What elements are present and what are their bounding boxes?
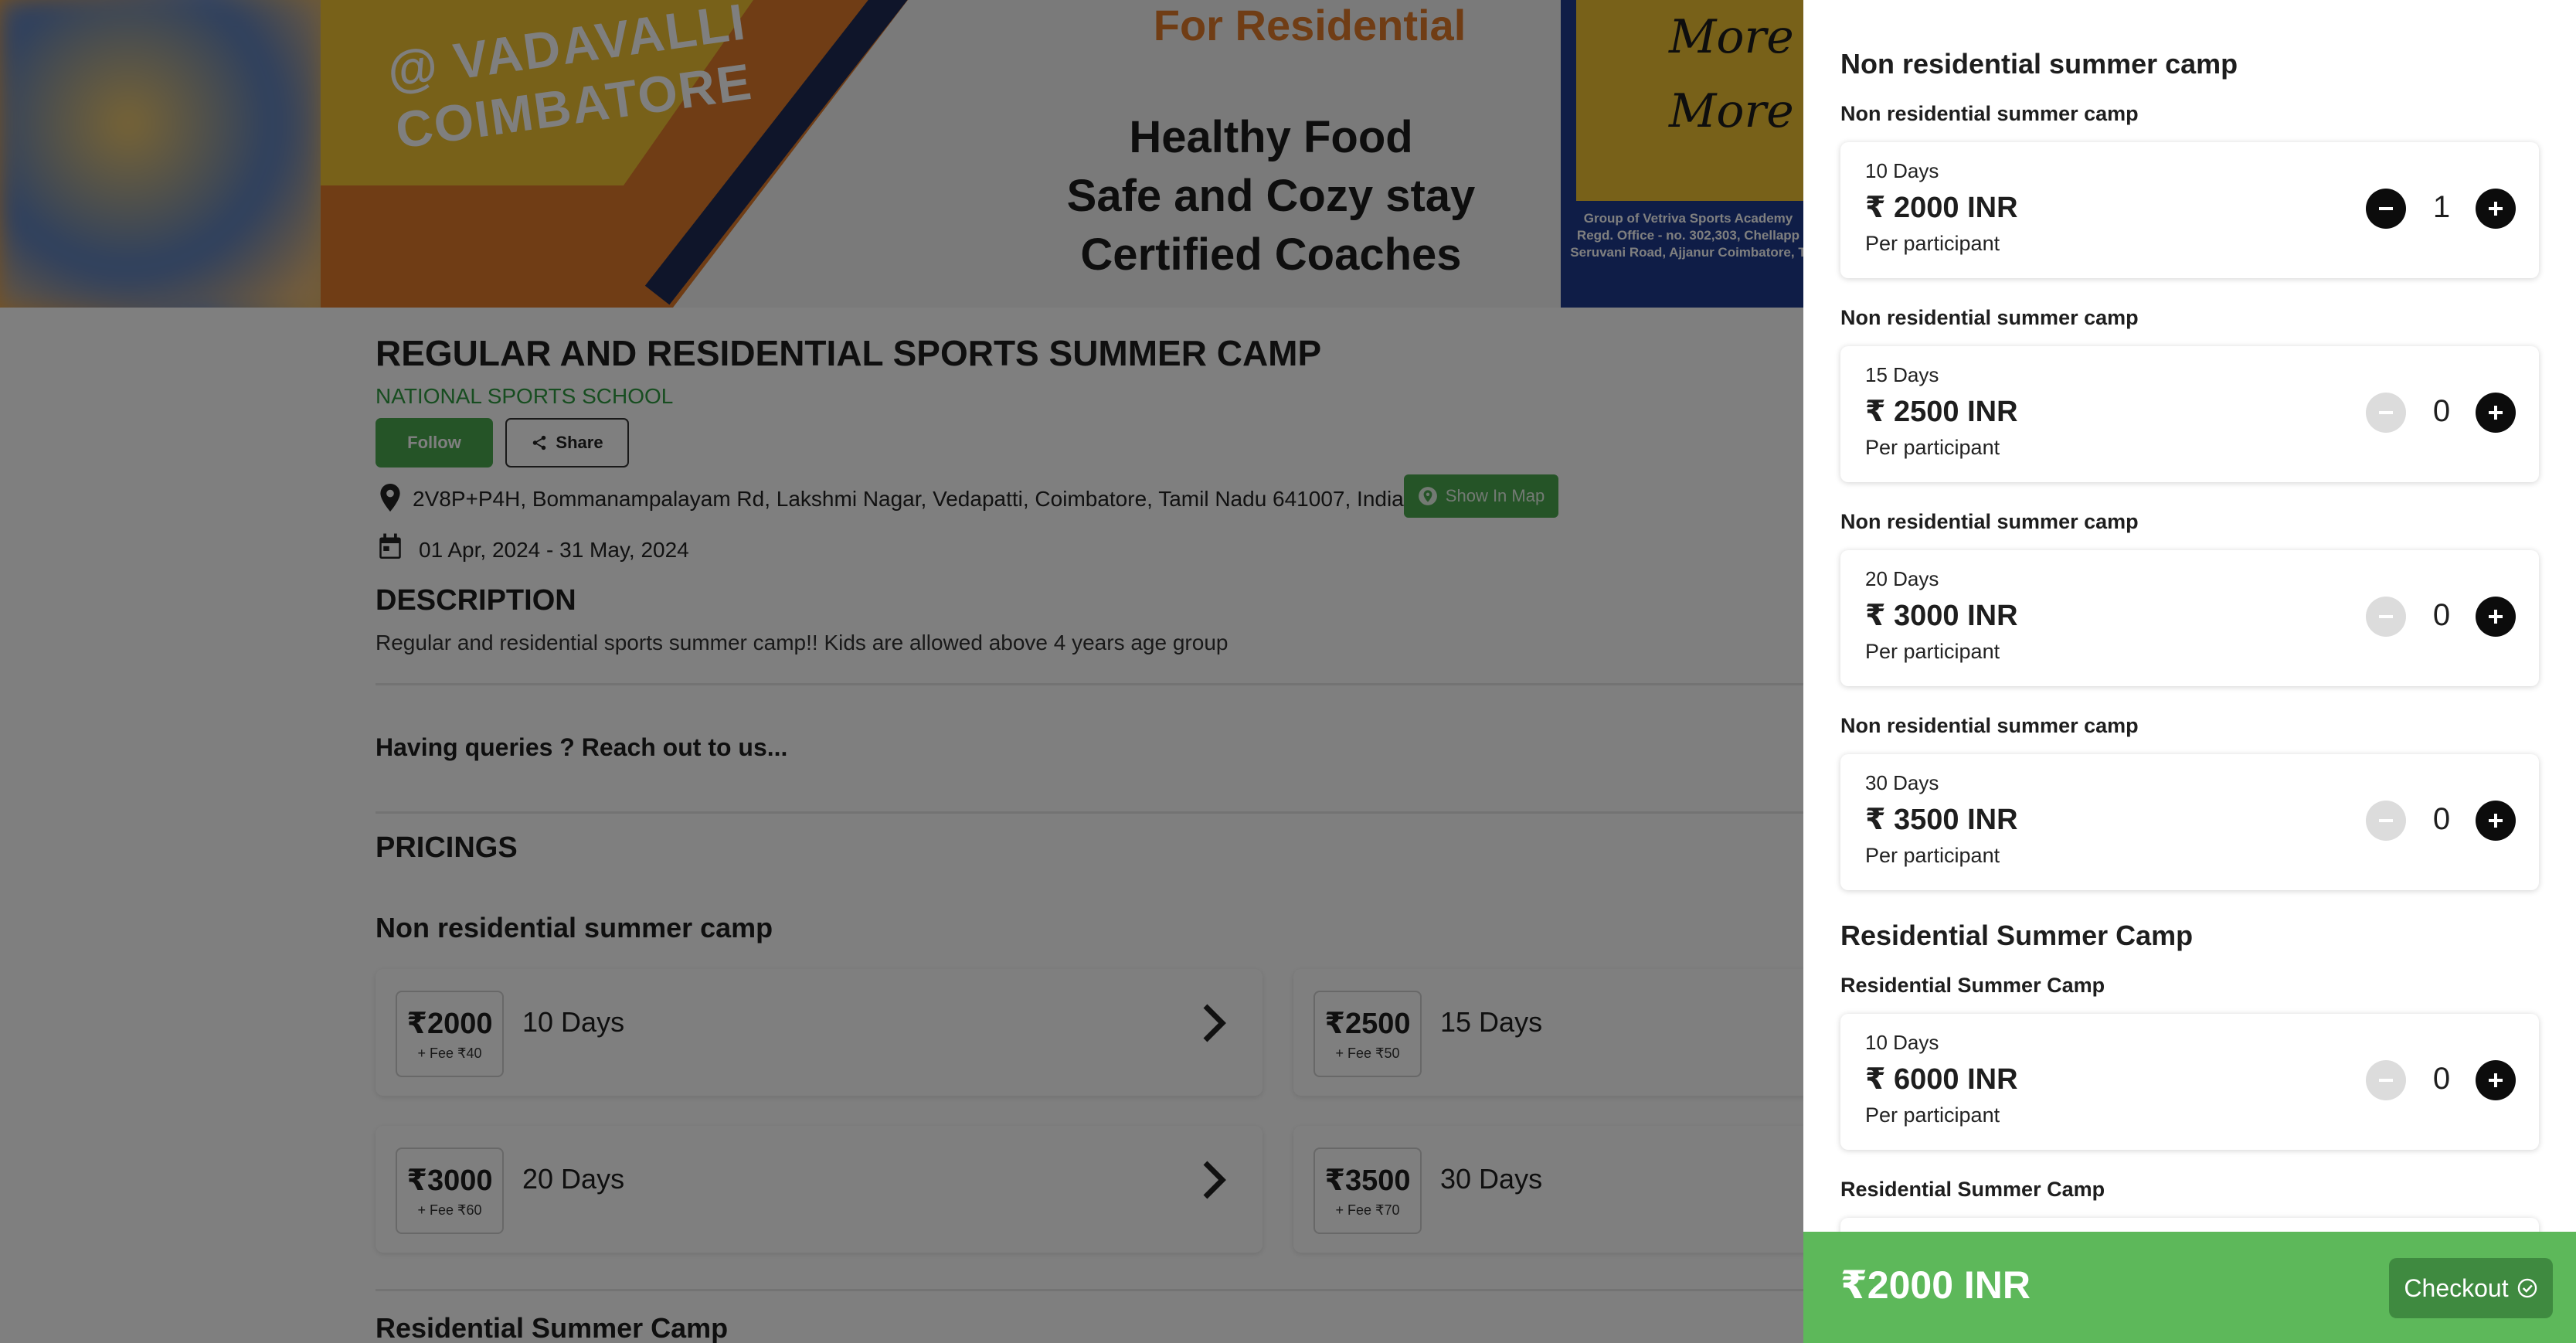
plus-icon: [2489, 406, 2503, 420]
ticket-card: 20 Days ₹ 3000 INR Per participant 0: [1840, 550, 2539, 686]
ticket-label: Non residential summer camp: [1840, 102, 2139, 125]
ticket-label: Residential Summer Camp: [1840, 974, 2105, 997]
increase-quantity-button[interactable]: [2476, 393, 2516, 433]
ticket-per: Per participant: [1865, 640, 2000, 663]
ticket-price: ₹ 6000 INR: [1865, 1063, 2018, 1096]
minus-icon: [2379, 615, 2393, 618]
plus-icon: [2489, 1073, 2503, 1087]
ticket-price: ₹ 2500 INR: [1865, 396, 2018, 428]
check-circle-icon: [2517, 1278, 2537, 1298]
ticket-label: Non residential summer camp: [1840, 306, 2139, 329]
increase-quantity-button[interactable]: [2476, 801, 2516, 841]
checkout-button[interactable]: Checkout: [2389, 1258, 2553, 1318]
decrease-quantity-button[interactable]: [2366, 1060, 2406, 1100]
quantity-value: 0: [2432, 802, 2451, 836]
modal-backdrop[interactable]: [0, 0, 1803, 1343]
quantity-value: 0: [2432, 1062, 2451, 1096]
increase-quantity-button[interactable]: [2476, 597, 2516, 637]
ticket-group-title: Residential Summer Camp: [1840, 920, 2194, 951]
ticket-label: Residential Summer Camp: [1840, 1178, 2105, 1201]
decrease-quantity-button[interactable]: [2366, 189, 2406, 229]
decrease-quantity-button[interactable]: [2366, 597, 2406, 637]
quantity-value: 0: [2432, 598, 2451, 632]
ticket-per: Per participant: [1865, 232, 2000, 255]
ticket-price: ₹ 3500 INR: [1865, 804, 2018, 836]
ticket-per: Per participant: [1865, 844, 2000, 867]
ticket-per: Per participant: [1865, 436, 2000, 459]
ticket-selection-panel: Non residential summer camp Non resident…: [1803, 0, 2576, 1343]
ticket-card: 15 Days ₹ 2500 INR Per participant 0: [1840, 346, 2539, 482]
minus-icon: [2379, 819, 2393, 822]
decrease-quantity-button[interactable]: [2366, 393, 2406, 433]
ticket-card: 30 Days ₹ 3500 INR Per participant 0: [1840, 754, 2539, 890]
ticket-group-title: Non residential summer camp: [1840, 48, 2238, 80]
quantity-value: 1: [2432, 190, 2451, 224]
order-total: ₹2000 INR: [1840, 1263, 2031, 1307]
checkout-bar: ₹2000 INR Checkout: [1803, 1232, 2576, 1343]
plus-icon: [2489, 610, 2503, 624]
ticket-card: 10 Days ₹ 2000 INR Per participant 1: [1840, 142, 2539, 278]
ticket-days: 20 Days: [1865, 567, 1939, 590]
ticket-price: ₹ 2000 INR: [1865, 192, 2018, 224]
ticket-per: Per participant: [1865, 1103, 2000, 1127]
decrease-quantity-button[interactable]: [2366, 801, 2406, 841]
ticket-price: ₹ 3000 INR: [1865, 600, 2018, 632]
plus-icon: [2489, 814, 2503, 828]
increase-quantity-button[interactable]: [2476, 189, 2516, 229]
plus-icon: [2489, 202, 2503, 216]
ticket-days: 30 Days: [1865, 771, 1939, 794]
minus-icon: [2379, 411, 2393, 414]
ticket-days: 10 Days: [1865, 1031, 1939, 1054]
minus-icon: [2379, 207, 2393, 210]
checkout-label: Checkout: [2404, 1273, 2509, 1302]
ticket-days: 10 Days: [1865, 159, 1939, 182]
ticket-label: Non residential summer camp: [1840, 714, 2139, 737]
increase-quantity-button[interactable]: [2476, 1060, 2516, 1100]
ticket-days: 15 Days: [1865, 363, 1939, 386]
minus-icon: [2379, 1079, 2393, 1082]
quantity-value: 0: [2432, 394, 2451, 428]
ticket-card: 10 Days ₹ 6000 INR Per participant 0: [1840, 1014, 2539, 1150]
ticket-label: Non residential summer camp: [1840, 510, 2139, 533]
